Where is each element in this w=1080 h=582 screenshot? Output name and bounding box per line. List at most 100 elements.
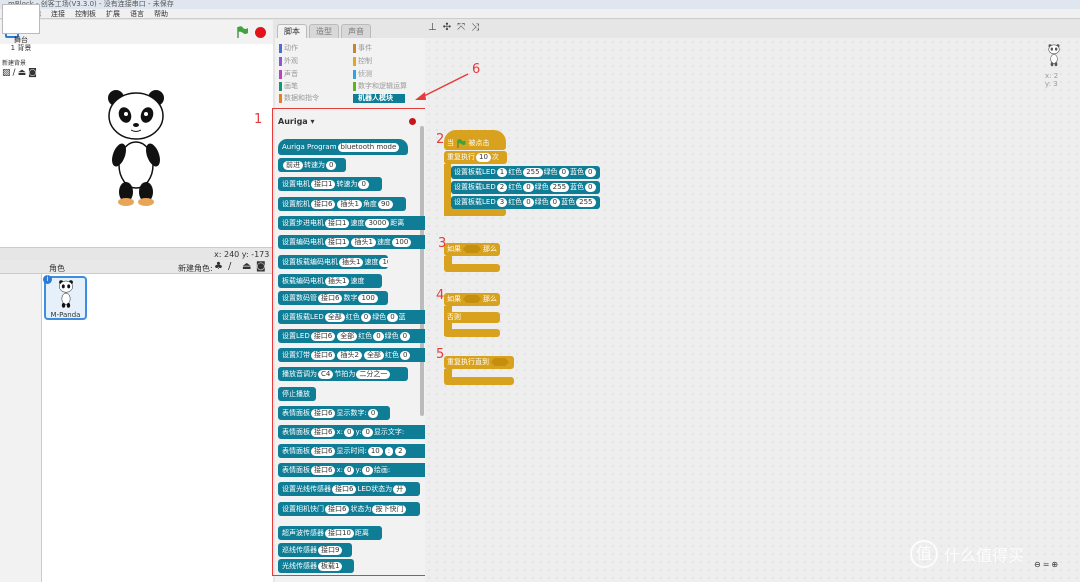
stage-thumbnail[interactable]	[2, 4, 40, 34]
category-robots[interactable]: 机器人模块	[353, 94, 405, 103]
palette-block[interactable]: 表情面板 接口6 x: 0 y: 0 显示文字:	[278, 425, 428, 439]
block-label: 表情面板	[282, 447, 310, 455]
editor-tabs: 脚本 造型 声音	[275, 20, 425, 38]
upload-backdrop-icon[interactable]: ⏏	[18, 68, 27, 78]
menu-extensions[interactable]: 扩展	[106, 9, 120, 18]
when-flag-clicked-block[interactable]: 当 被点击	[444, 130, 506, 150]
category-pen[interactable]: 画笔	[279, 82, 298, 91]
block-input: 100	[358, 293, 378, 303]
camera-backdrop-icon[interactable]: ◙	[28, 68, 37, 78]
palette-block[interactable]: 设置LED 接口6 全部 红色 0 绿色 0	[278, 329, 428, 343]
block-label: 显示时间:	[336, 447, 367, 455]
tab-sounds[interactable]: 声音	[341, 24, 371, 38]
palette-block[interactable]: 设置相机快门 接口6 状态为 按下快门	[278, 502, 420, 516]
category-data[interactable]: 数据和指令	[279, 94, 319, 103]
sprite-position: x: 2 y: 3	[1045, 72, 1058, 88]
stage-canvas[interactable]	[0, 44, 273, 248]
new-backdrop-label: 新建背景	[2, 60, 27, 67]
block-label: 显示文字:	[373, 428, 405, 436]
menu-language[interactable]: 语言	[130, 9, 144, 18]
block-input: 板载1	[318, 561, 343, 571]
block-input: 100	[379, 257, 388, 267]
palette-block[interactable]: 设置电机 接口1 转速为 0	[278, 177, 382, 191]
grow-icon[interactable]: ⤧	[457, 22, 465, 33]
panda-sprite-icon[interactable]	[105, 89, 167, 211]
palette-scrollbar[interactable]	[420, 126, 424, 416]
zoom-out-icon[interactable]: ⊖	[1034, 560, 1041, 569]
annotation-4: 4	[436, 288, 445, 303]
set-board-led-block[interactable]: 设置板载LED 2 红色 0 绿色 255 蓝色 0	[451, 181, 600, 194]
category-sound[interactable]: 声音	[279, 70, 298, 79]
palette-block[interactable]: 设置舵机 接口6 插头1 角度 90	[278, 197, 406, 211]
set-board-led-block[interactable]: 设置板载LED 1 红色 255 绿色 0 蓝色 0	[451, 166, 600, 179]
new-sprite-tools: ♣ / ⏏ ◙	[214, 262, 266, 272]
tab-scripts[interactable]: 脚本	[277, 24, 307, 38]
annotation-1: 1	[254, 112, 263, 127]
palette-block[interactable]: 设置光线传感器 接口6 LED状态为开	[278, 482, 420, 496]
green-flag-icon[interactable]	[236, 26, 248, 38]
menu-bar: 文件 编辑 连接 控制板 扩展 语言 帮助	[0, 9, 1080, 19]
tab-costumes[interactable]: 造型	[309, 24, 339, 38]
set-board-led-block[interactable]: 设置板载LED 3 红色 0 绿色 0 蓝色 255	[451, 196, 600, 209]
camera-sprite-icon[interactable]: ◙	[256, 262, 266, 272]
condition-slot[interactable]	[463, 295, 481, 303]
sprite-library-icon[interactable]: ♣	[214, 262, 224, 272]
palette-block[interactable]: 前进 转速为 0	[278, 158, 346, 172]
menu-boards[interactable]: 控制板	[75, 9, 96, 18]
category-motion[interactable]: 动作	[279, 44, 298, 53]
palette-block[interactable]: 设置编码电机 接口1 插头1 速度 100	[278, 235, 428, 249]
palette-block[interactable]: 表情面板 接口6 显示数字: 0	[278, 406, 390, 420]
palette-block[interactable]: 播放音调为 C4 节拍为 二分之一	[278, 367, 408, 381]
category-events[interactable]: 事件	[353, 44, 372, 53]
palette-block[interactable]: 表情面板 接口6 显示时间: 10:2	[278, 444, 428, 458]
palette-block[interactable]: 光线传感器 板载1	[278, 559, 354, 573]
repeat-until-block[interactable]: 重复执行直到	[444, 356, 514, 369]
zoom-in-icon[interactable]: ⊕	[1051, 560, 1058, 569]
block-input: 全部	[363, 350, 384, 360]
palette-block[interactable]: 设置步进电机 接口1 速度 3000 距离	[278, 216, 428, 230]
category-operators[interactable]: 数字和逻辑运算	[353, 82, 407, 91]
if-then-block[interactable]: 如果 那么	[444, 243, 500, 256]
backdrop-library-icon[interactable]: ▨	[2, 68, 11, 78]
palette-block[interactable]: 设置板载LED 全部 红色 0 绿色 0 蓝	[278, 310, 428, 324]
category-control[interactable]: 控制	[353, 57, 372, 66]
paint-sprite-icon[interactable]: /	[228, 262, 238, 272]
block-label: 速度	[350, 219, 365, 227]
condition-slot[interactable]	[463, 245, 481, 253]
menu-connect[interactable]: 连接	[51, 9, 65, 18]
if-else-block[interactable]: 如果 那么	[444, 293, 500, 306]
palette-block[interactable]: 板载编码电机 插头1 速度	[278, 274, 382, 288]
block-label: 红色	[358, 332, 373, 340]
category-looks[interactable]: 外观	[279, 57, 298, 66]
stop-icon[interactable]	[255, 27, 266, 38]
palette-block[interactable]: 巡线传感器 接口9	[278, 543, 352, 557]
sprites-label: 角色	[49, 264, 65, 273]
menu-help[interactable]: 帮助	[154, 9, 168, 18]
category-sensing[interactable]: 侦测	[353, 70, 372, 79]
scripts-area[interactable]	[425, 38, 1080, 582]
board-selector[interactable]: Auriga ▾	[278, 117, 315, 126]
sprite-info-icon[interactable]: i	[43, 275, 52, 284]
palette-block[interactable]: 表情面板 接口6 x: 0 y: 0 绘画:	[278, 463, 428, 477]
shrink-icon[interactable]: ⤨	[471, 22, 479, 33]
palette-block[interactable]: 设置灯带 接口6 插头2 全部 红色 0	[278, 348, 428, 362]
annotation-6: 6	[472, 62, 481, 77]
stamp-icon[interactable]: ⊥	[428, 22, 437, 33]
block-label: y:	[355, 428, 362, 436]
cut-icon[interactable]: ✣	[443, 22, 451, 33]
paint-backdrop-icon[interactable]: /	[13, 68, 16, 78]
repeat-block[interactable]: 重复执行 10 次	[444, 151, 507, 164]
block-input: 全部	[337, 331, 358, 341]
palette-block[interactable]: 设置板载编码电机插头1速度100	[278, 255, 388, 269]
stage-column	[0, 274, 42, 582]
palette-block[interactable]: 超声波传感器 接口10 距离	[278, 526, 382, 540]
zoom-reset-icon[interactable]: =	[1043, 560, 1050, 569]
block-input: 接口1	[311, 179, 336, 189]
upload-sprite-icon[interactable]: ⏏	[242, 262, 252, 272]
palette-block[interactable]: 设置数码管 接口6 数字 100	[278, 291, 388, 305]
condition-slot[interactable]	[491, 358, 509, 366]
palette-block[interactable]: Auriga Program bluetooth mode	[278, 139, 408, 155]
block-label: 设置板载LED	[282, 313, 324, 321]
palette-block[interactable]: 停止播放	[278, 387, 316, 401]
block-input: 0	[358, 179, 369, 189]
